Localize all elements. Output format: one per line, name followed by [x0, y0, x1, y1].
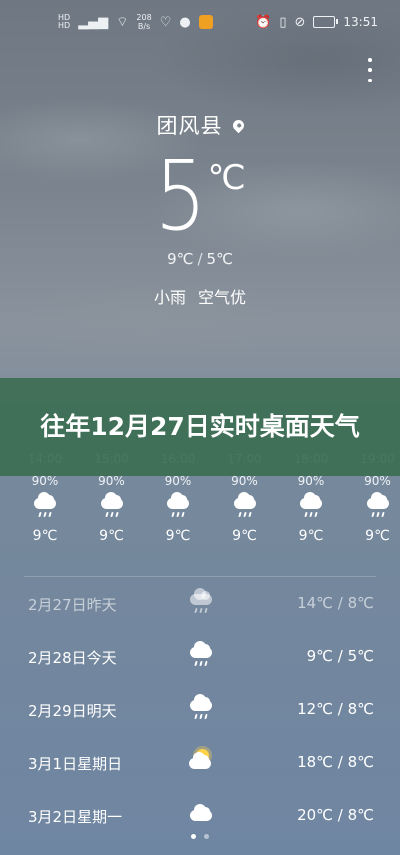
day-row[interactable]: 3月1日星期日 18℃ / 8℃ [0, 737, 400, 790]
day-row[interactable]: 2月28日今天 9℃ / 5℃ [0, 631, 400, 684]
day-temp-range: 9℃ / 5℃ [306, 647, 374, 665]
precip-chance: 90% [231, 474, 258, 488]
day-temp-range: 14℃ / 8℃ [297, 594, 374, 612]
hour-temp: 9℃ [32, 528, 58, 544]
divider [24, 576, 376, 577]
hour-temp: 9℃ [99, 528, 124, 544]
high-temp: 9℃ [167, 250, 194, 268]
rain-cloud-icon [296, 492, 326, 522]
high-low-temp: 9℃/5℃ [0, 250, 400, 268]
vibrate-icon: ▯ [279, 14, 287, 30]
dot-icon [368, 78, 372, 82]
location-header[interactable]: 团风县 [0, 110, 400, 140]
precip-chance: 90% [98, 474, 125, 488]
sun-cloud-icon [186, 749, 216, 777]
hour-temp: 9℃ [232, 528, 257, 544]
dot-icon [368, 68, 372, 72]
day-label: 2月28日今天 [28, 649, 117, 667]
rain-cloud-icon [186, 694, 216, 724]
rain-cloud-icon [363, 492, 393, 522]
clock: 13:51 [343, 15, 378, 29]
alarm-icon: ⏰ [255, 14, 272, 30]
hour-temp: 9℃ [165, 528, 191, 544]
page-indicator [0, 834, 400, 839]
heart-icon: ♡ [159, 14, 172, 30]
precip-chance: 90% [297, 474, 325, 488]
chat-icon: ● [179, 14, 191, 30]
hd-signal-tags: HD HD [58, 13, 71, 30]
precip-chance: 90% [364, 474, 391, 488]
title-banner: 往年12月27日实时桌面天气 [0, 378, 400, 476]
rain-cloud-icon [97, 492, 127, 522]
dot-icon [368, 58, 372, 62]
day-label: 2月29日明天 [28, 702, 117, 720]
current-temp-value: 5 [154, 140, 207, 252]
banner-title: 往年12月27日实时桌面天气 [40, 412, 360, 441]
rain-cloud-icon [186, 588, 216, 618]
nfc-icon: ⊘ [294, 14, 306, 30]
status-bar: HD HD ▂▄▆ ⌔ 208 B/s ♡ ● ⏰ ▯ ⊘ 13:51 [0, 0, 400, 44]
day-label: 2月27日昨天 [28, 596, 117, 614]
day-temp-range: 12℃ / 8℃ [297, 700, 374, 718]
hour-temp: 9℃ [365, 528, 390, 544]
rain-cloud-icon [163, 492, 193, 522]
more-menu-button[interactable] [364, 58, 376, 82]
day-row[interactable]: 2月27日昨天 14℃ / 8℃ [0, 578, 400, 631]
condition-line: 小雨 空气优 [0, 284, 400, 308]
day-temp-range: 20℃ / 8℃ [297, 806, 374, 824]
city-name: 团风县 [156, 114, 223, 138]
rain-cloud-icon [230, 492, 260, 522]
cloud-icon [186, 802, 216, 830]
wifi-icon: ⌔ [116, 15, 129, 30]
precip-chance: 90% [31, 474, 59, 488]
app-notification-icon [198, 15, 213, 29]
day-temp-range: 18℃ / 8℃ [297, 753, 374, 771]
page-dot-active [191, 834, 196, 839]
low-temp: 5℃ [206, 250, 233, 268]
day-label: 3月1日星期日 [28, 755, 123, 773]
battery-icon [313, 16, 339, 28]
location-pin-icon [230, 117, 246, 134]
day-label: 3月2日星期一 [28, 808, 123, 826]
net-speed: 208 B/s [136, 13, 152, 31]
hour-temp: 9℃ [298, 528, 324, 544]
weather-condition: 小雨 [153, 288, 186, 307]
precip-chance: 90% [164, 474, 192, 488]
signal-icon: ▂▄▆ [78, 14, 109, 30]
page-dot [204, 834, 209, 839]
current-temp-unit: ℃ [207, 158, 246, 198]
air-quality[interactable]: 空气优 [198, 288, 246, 307]
rain-cloud-icon [30, 492, 60, 522]
current-temperature: 5℃ [0, 146, 400, 246]
separator: / [197, 250, 203, 268]
rain-cloud-icon [186, 641, 216, 671]
day-row[interactable]: 2月29日明天 12℃ / 8℃ [0, 684, 400, 737]
